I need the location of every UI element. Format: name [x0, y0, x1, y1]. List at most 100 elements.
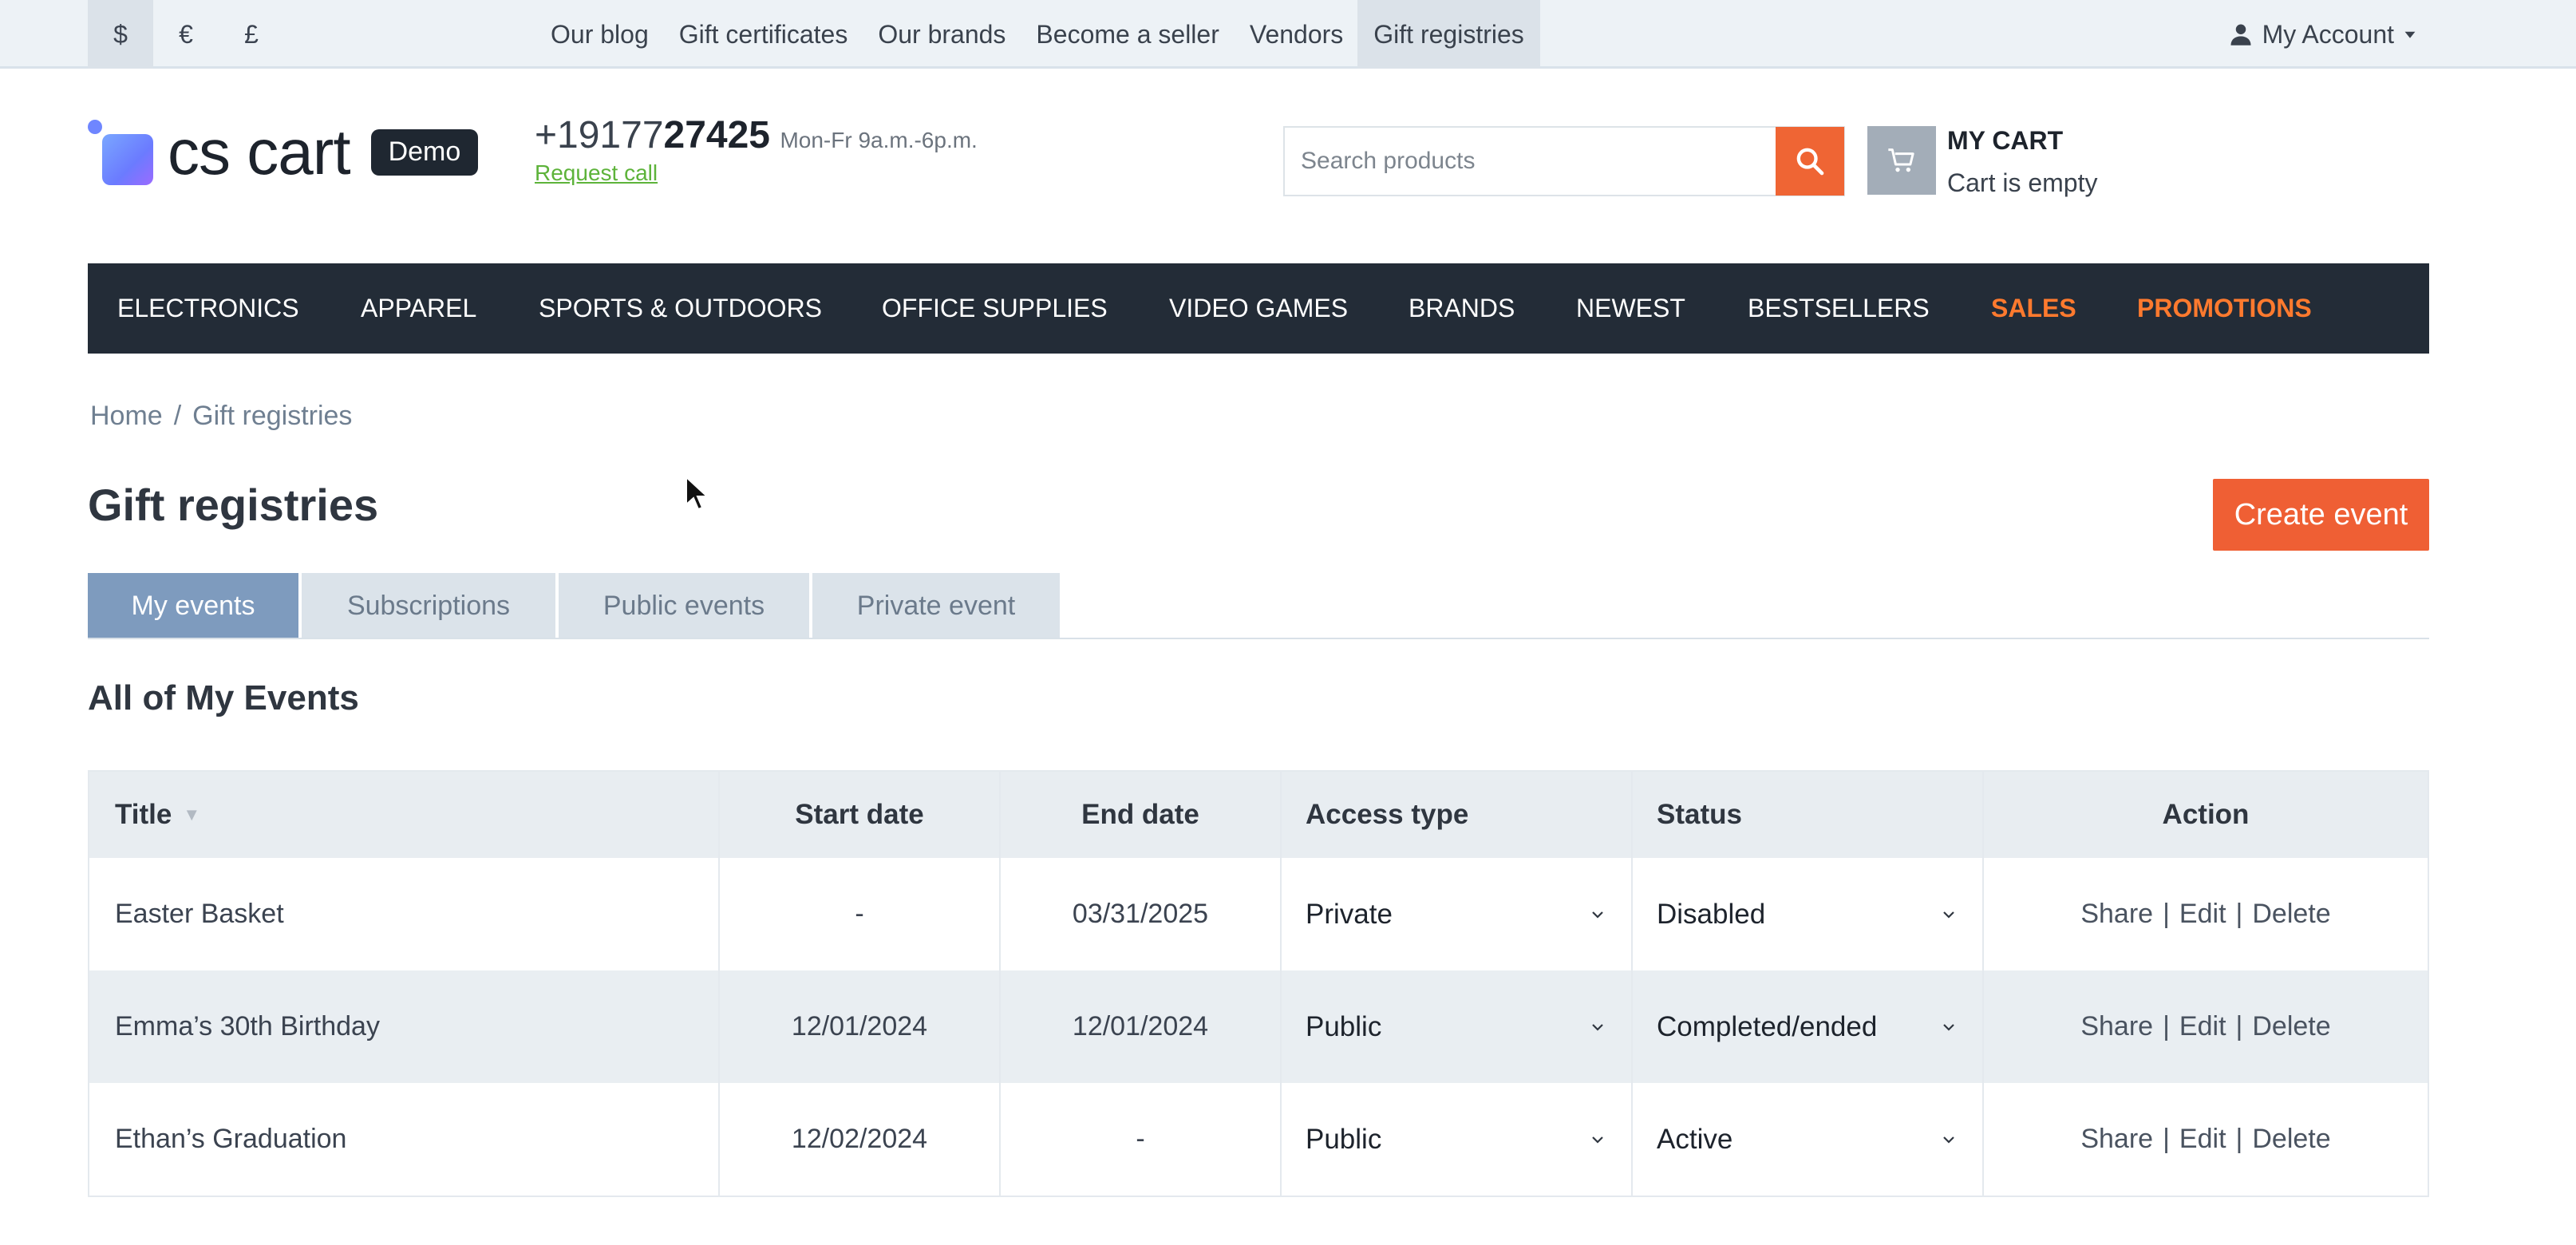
- share-link[interactable]: Share: [2080, 899, 2153, 930]
- status-select[interactable]: Completed/ended: [1633, 970, 1984, 1083]
- chevron-down-icon: [1943, 1136, 1954, 1144]
- event-end-date: 03/31/2025: [1001, 858, 1282, 970]
- currency-usd[interactable]: $: [88, 0, 153, 69]
- link-gift-certificates[interactable]: Gift certificates: [679, 20, 848, 49]
- tab-public-events[interactable]: Public events: [559, 573, 809, 638]
- event-start-date: 12/01/2024: [720, 970, 1001, 1083]
- nav-promotions[interactable]: PROMOTIONS: [2137, 294, 2312, 323]
- edit-link[interactable]: Edit: [2179, 1011, 2226, 1042]
- top-links: Our blog Gift certificates Our brands Be…: [551, 0, 1540, 69]
- working-hours: Mon-Fr 9a.m.-6p.m.: [780, 128, 978, 152]
- link-gift-registries[interactable]: Gift registries: [1357, 0, 1540, 69]
- nav-sales[interactable]: SALES: [1991, 294, 2076, 323]
- nav-electronics[interactable]: ELECTRONICS: [117, 294, 299, 323]
- phone-number: +1917727425: [535, 114, 770, 156]
- search-button[interactable]: [1776, 127, 1844, 196]
- breadcrumb-home[interactable]: Home: [90, 401, 163, 431]
- page-title: Gift registries: [88, 480, 379, 530]
- event-end-date: -: [1001, 1083, 1282, 1196]
- nav-video-games[interactable]: VIDEO GAMES: [1169, 294, 1348, 323]
- chevron-down-icon: [1943, 911, 1954, 919]
- tab-private-event[interactable]: Private event: [812, 573, 1060, 638]
- my-account-menu[interactable]: My Account: [2229, 0, 2416, 69]
- column-header-end-date: End date: [1001, 772, 1282, 858]
- link-vendors[interactable]: Vendors: [1250, 20, 1343, 49]
- demo-badge: Demo: [370, 129, 479, 176]
- mouse-cursor-icon: [685, 476, 707, 511]
- event-start-date: -: [720, 858, 1001, 970]
- nav-newest[interactable]: NEWEST: [1576, 294, 1685, 323]
- link-our-brands[interactable]: Our brands: [878, 20, 1006, 49]
- tab-my-events[interactable]: My events: [88, 573, 298, 638]
- my-account-label: My Account: [2262, 19, 2394, 49]
- section-title: All of My Events: [88, 678, 359, 717]
- row-actions: Share | Edit | Delete: [2080, 1124, 2331, 1155]
- user-icon: [2230, 24, 2251, 45]
- cart-icon: [1888, 148, 1914, 172]
- cart-title: MY CART: [1947, 126, 2064, 155]
- nav-sports-outdoors[interactable]: SPORTS & OUTDOORS: [539, 294, 822, 323]
- chevron-down-icon: [1943, 1023, 1954, 1031]
- row-actions: Share | Edit | Delete: [2080, 899, 2331, 930]
- breadcrumb: Home / Gift registries: [90, 401, 352, 432]
- currency-eur[interactable]: €: [153, 0, 219, 69]
- logo[interactable]: cs cart Demo: [88, 117, 479, 188]
- top-bar: $ € £ Our blog Gift certificates Our bra…: [0, 0, 2576, 69]
- phone-block: +1917727425 Mon-Fr 9a.m.-6p.m. Request c…: [535, 113, 978, 186]
- column-header-start-date: Start date: [720, 772, 1001, 858]
- link-our-blog[interactable]: Our blog: [551, 20, 649, 49]
- nav-bestsellers[interactable]: BESTSELLERS: [1748, 294, 1930, 323]
- cart-summary[interactable]: MY CART Cart is empty: [1947, 126, 2097, 198]
- search-icon: [1796, 148, 1824, 176]
- row-actions: Share | Edit | Delete: [2080, 1011, 2331, 1042]
- delete-link[interactable]: Delete: [2252, 1011, 2330, 1042]
- edit-link[interactable]: Edit: [2179, 1124, 2226, 1155]
- chevron-down-icon: [1592, 911, 1603, 919]
- tab-subscriptions[interactable]: Subscriptions: [302, 573, 555, 638]
- nav-office-supplies[interactable]: OFFICE SUPPLIES: [882, 294, 1108, 323]
- access-type-select[interactable]: Public: [1282, 1083, 1633, 1196]
- logo-mark-icon: [88, 120, 153, 185]
- nav-brands[interactable]: BRANDS: [1409, 294, 1515, 323]
- delete-link[interactable]: Delete: [2252, 1124, 2330, 1155]
- search-input[interactable]: Search products: [1285, 128, 1776, 195]
- table-row: Ethan’s Graduation 12/02/2024 - Public A…: [89, 1083, 2428, 1196]
- create-event-button[interactable]: Create event: [2213, 479, 2429, 551]
- table-row: Emma’s 30th Birthday 12/01/2024 12/01/20…: [89, 970, 2428, 1083]
- share-link[interactable]: Share: [2080, 1124, 2153, 1155]
- column-header-status: Status: [1633, 772, 1984, 858]
- sort-arrow-icon: ▼: [183, 804, 201, 824]
- request-call-link[interactable]: Request call: [535, 160, 978, 186]
- event-start-date: 12/02/2024: [720, 1083, 1001, 1196]
- main-navigation: ELECTRONICS APPAREL SPORTS & OUTDOORS OF…: [88, 263, 2429, 354]
- cart-status: Cart is empty: [1947, 168, 2098, 197]
- access-type-select[interactable]: Private: [1282, 858, 1633, 970]
- access-type-select[interactable]: Public: [1282, 970, 1633, 1083]
- event-title: Emma’s 30th Birthday: [89, 970, 720, 1083]
- event-end-date: 12/01/2024: [1001, 970, 1282, 1083]
- breadcrumb-current: Gift registries: [192, 401, 353, 431]
- delete-link[interactable]: Delete: [2252, 899, 2330, 930]
- nav-apparel[interactable]: APPAREL: [361, 294, 476, 323]
- link-become-seller[interactable]: Become a seller: [1036, 20, 1219, 49]
- chevron-down-icon: [1592, 1023, 1603, 1031]
- tab-divider: [88, 638, 2429, 639]
- chevron-down-icon: [1592, 1136, 1603, 1144]
- edit-link[interactable]: Edit: [2179, 899, 2226, 930]
- status-select[interactable]: Active: [1633, 1083, 1984, 1196]
- search-box: Search products: [1283, 126, 1845, 196]
- events-table: Title ▼ Start date End date Access type S…: [88, 770, 2429, 1197]
- table-header: Title ▼ Start date End date Access type S…: [89, 772, 2428, 858]
- status-select[interactable]: Disabled: [1633, 858, 1984, 970]
- event-title: Easter Basket: [89, 858, 720, 970]
- column-header-access-type: Access type: [1282, 772, 1633, 858]
- column-header-title[interactable]: Title ▼: [89, 772, 720, 858]
- logo-text: cs cart: [168, 117, 351, 188]
- breadcrumb-separator: /: [173, 401, 182, 431]
- cart-button[interactable]: [1867, 126, 1936, 195]
- event-title: Ethan’s Graduation: [89, 1083, 720, 1196]
- share-link[interactable]: Share: [2080, 1011, 2153, 1042]
- currency-gbp[interactable]: £: [219, 0, 284, 69]
- tab-bar: My events Subscriptions Public events Pr…: [88, 573, 1063, 638]
- table-row: Easter Basket - 03/31/2025 Private Disab…: [89, 858, 2428, 970]
